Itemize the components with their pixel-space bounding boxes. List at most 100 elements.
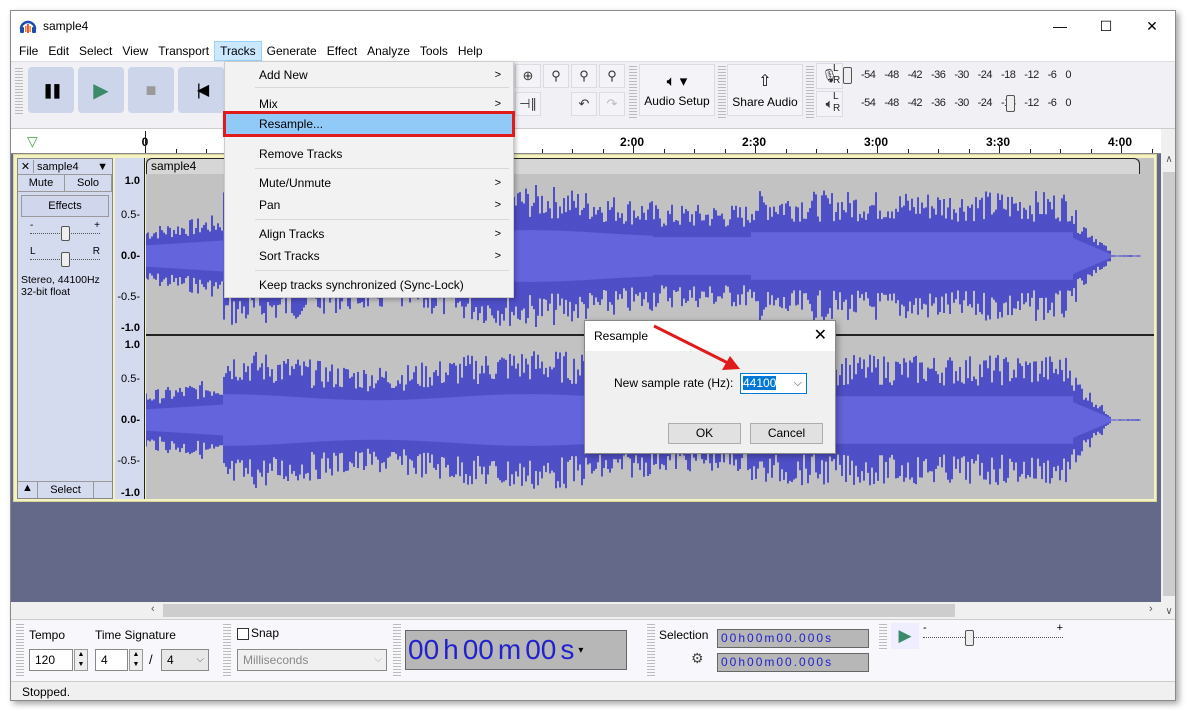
gain-slider[interactable]: - + xyxy=(30,220,100,242)
cancel-button[interactable]: Cancel xyxy=(750,423,823,444)
scroll-right-icon[interactable]: › xyxy=(1149,603,1153,615)
menu-item-mute-unmute[interactable]: Mute/Unmute > xyxy=(225,172,513,194)
menu-item-sync-lock[interactable]: Keep tracks synchronized (Sync-Lock) xyxy=(225,274,513,296)
minimize-button[interactable]: — xyxy=(1037,11,1083,41)
play-at-speed-button[interactable]: ▶ xyxy=(891,623,919,649)
chevron-down-icon[interactable]: ⌵ xyxy=(794,374,802,393)
time-display[interactable]: 00 h 00 m 00 s ▾ xyxy=(405,630,627,670)
menu-item-mix[interactable]: Mix > xyxy=(225,93,513,115)
snap-checkbox[interactable] xyxy=(237,628,249,640)
time-sig-numerator-input[interactable]: 4 xyxy=(95,649,128,671)
tracks-menu: Add New > Mix > Resample... Remove Tracks … xyxy=(223,61,515,298)
pause-button[interactable]: ❚❚ xyxy=(28,67,74,113)
menu-item-resample[interactable]: Resample... xyxy=(223,111,515,137)
menu-item-pan[interactable]: Pan > xyxy=(225,194,513,216)
dialog-close-button[interactable]: ✕ xyxy=(814,321,827,351)
skip-to-start-button[interactable]: |◀ xyxy=(178,67,224,113)
time-sig-stepper[interactable]: ▲ ▼ xyxy=(129,649,143,671)
silence-button[interactable]: ⊣∥ xyxy=(515,92,541,116)
scroll-up-icon[interactable]: ∧ xyxy=(1161,154,1175,165)
solo-button[interactable]: Solo xyxy=(65,175,112,191)
close-button[interactable]: ✕ xyxy=(1129,11,1175,41)
toolbar-grip[interactable] xyxy=(15,68,23,116)
playhead-marker xyxy=(145,131,146,153)
vertical-scroll-thumb[interactable] xyxy=(1163,172,1175,596)
selection-end-time[interactable]: 00h00m00.000s xyxy=(717,653,869,672)
snap-unit-select[interactable]: Milliseconds ⌵ xyxy=(237,649,387,671)
menu-tools[interactable]: Tools xyxy=(415,41,453,61)
menu-tracks[interactable]: Tracks xyxy=(214,41,262,61)
mute-button[interactable]: Mute xyxy=(18,175,65,191)
meter-tick: -24 xyxy=(977,69,993,81)
pan-slider-thumb[interactable] xyxy=(61,252,70,267)
record-level-slider[interactable] xyxy=(843,67,852,84)
undo-button[interactable]: ↶ xyxy=(571,92,597,116)
toolbar-grip[interactable] xyxy=(879,624,887,650)
toolbar-grip[interactable] xyxy=(223,624,231,676)
menu-help[interactable]: Help xyxy=(453,41,488,61)
share-audio-button[interactable]: ⇧ Share Audio xyxy=(727,64,803,116)
zoom-toggle-button[interactable]: ⚲ xyxy=(599,64,625,88)
menu-effect[interactable]: Effect xyxy=(322,41,362,61)
menu-item-add-new[interactable]: Add New > xyxy=(225,64,513,86)
effects-button[interactable]: Effects xyxy=(21,195,109,217)
tempo-stepper[interactable]: ▲ ▼ xyxy=(74,649,88,671)
selection-start-time[interactable]: 00h00m00.000s xyxy=(717,629,869,648)
ruler-tick xyxy=(572,149,573,153)
menu-analyze[interactable]: Analyze xyxy=(362,41,415,61)
toolbar-grip[interactable] xyxy=(718,66,726,120)
menu-item-remove-tracks[interactable]: Remove Tracks xyxy=(225,143,513,165)
sample-rate-combobox[interactable]: 44100 ⌵ xyxy=(740,373,807,394)
play-button[interactable]: ▶ xyxy=(78,67,124,113)
zoom-selection-button[interactable]: ⚲ xyxy=(543,64,569,88)
playback-level-slider[interactable] xyxy=(1006,95,1015,112)
gain-slider-thumb[interactable] xyxy=(61,226,70,241)
time-format-dropdown-icon[interactable]: ▾ xyxy=(576,645,585,656)
toolbar-grip[interactable] xyxy=(16,624,24,676)
meter-tick: -12 xyxy=(1024,97,1039,109)
timeline-ruler[interactable]: ▽ 0 2:00 2:30 3:00 3:30 4:00 xyxy=(11,129,1161,154)
timeline-options-icon[interactable]: ▽ xyxy=(27,133,38,150)
toolbar-grip[interactable] xyxy=(393,624,401,676)
stop-button[interactable]: ■ xyxy=(128,67,174,113)
time-sig-denominator-select[interactable]: 4 ⌵ xyxy=(161,649,209,671)
record-meter[interactable]: LR -54 -48 -42 -36 -30 -24 -18 -12 -6 0 xyxy=(833,63,1071,89)
scroll-left-icon[interactable]: ‹ xyxy=(151,603,155,615)
selection-settings-gear-icon[interactable]: ⚙ xyxy=(691,650,704,667)
ruler-tick xyxy=(755,145,756,153)
audio-setup-button[interactable]: 🔈︎ ▾ Audio Setup xyxy=(639,64,715,116)
menu-file[interactable]: File xyxy=(14,41,43,61)
amp-label: -0.5- xyxy=(117,455,140,467)
ok-button[interactable]: OK xyxy=(668,423,741,444)
track-close-button[interactable]: ✕ xyxy=(18,160,34,173)
scroll-down-icon[interactable]: ∨ xyxy=(1161,606,1175,617)
toolbar-grip[interactable] xyxy=(806,66,814,120)
vertical-scrollbar[interactable]: ∧ ∨ xyxy=(1161,154,1175,619)
horizontal-scroll-thumb[interactable] xyxy=(163,604,955,617)
collapse-track-icon[interactable]: ▲ xyxy=(18,482,38,498)
track-menu-dropdown-icon[interactable]: ▼ xyxy=(97,161,112,173)
menu-item-align-tracks[interactable]: Align Tracks > xyxy=(225,223,513,245)
tempo-input[interactable]: 120 xyxy=(29,649,73,671)
track-name-menu[interactable]: sample4 xyxy=(34,161,97,173)
zoom-in-button[interactable]: ⊕ xyxy=(515,64,541,88)
menu-select[interactable]: Select xyxy=(74,41,117,61)
redo-button[interactable]: ↷ xyxy=(599,92,625,116)
playback-meter[interactable]: LR -54 -48 -42 -36 -30 -24 -18 -12 -6 0 xyxy=(833,91,1071,117)
pan-slider[interactable]: L R xyxy=(30,246,100,268)
play-speed-slider[interactable]: - + xyxy=(923,622,1063,648)
menu-item-label: Mix xyxy=(259,97,278,111)
menu-transport[interactable]: Transport xyxy=(153,41,214,61)
menu-view[interactable]: View xyxy=(117,41,153,61)
track-select-button[interactable]: Select xyxy=(38,482,94,498)
play-speed-thumb[interactable] xyxy=(965,630,974,646)
menu-edit[interactable]: Edit xyxy=(43,41,74,61)
toolbar-grip[interactable] xyxy=(647,624,655,676)
meter-tick: -30 xyxy=(954,69,969,81)
toolbar-grip[interactable] xyxy=(629,66,637,120)
menu-item-sort-tracks[interactable]: Sort Tracks > xyxy=(225,245,513,267)
maximize-button[interactable]: ☐ xyxy=(1083,11,1129,41)
horizontal-scrollbar[interactable]: ‹ › xyxy=(11,602,1161,619)
zoom-fit-button[interactable]: ⚲ xyxy=(571,64,597,88)
menu-generate[interactable]: Generate xyxy=(262,41,322,61)
